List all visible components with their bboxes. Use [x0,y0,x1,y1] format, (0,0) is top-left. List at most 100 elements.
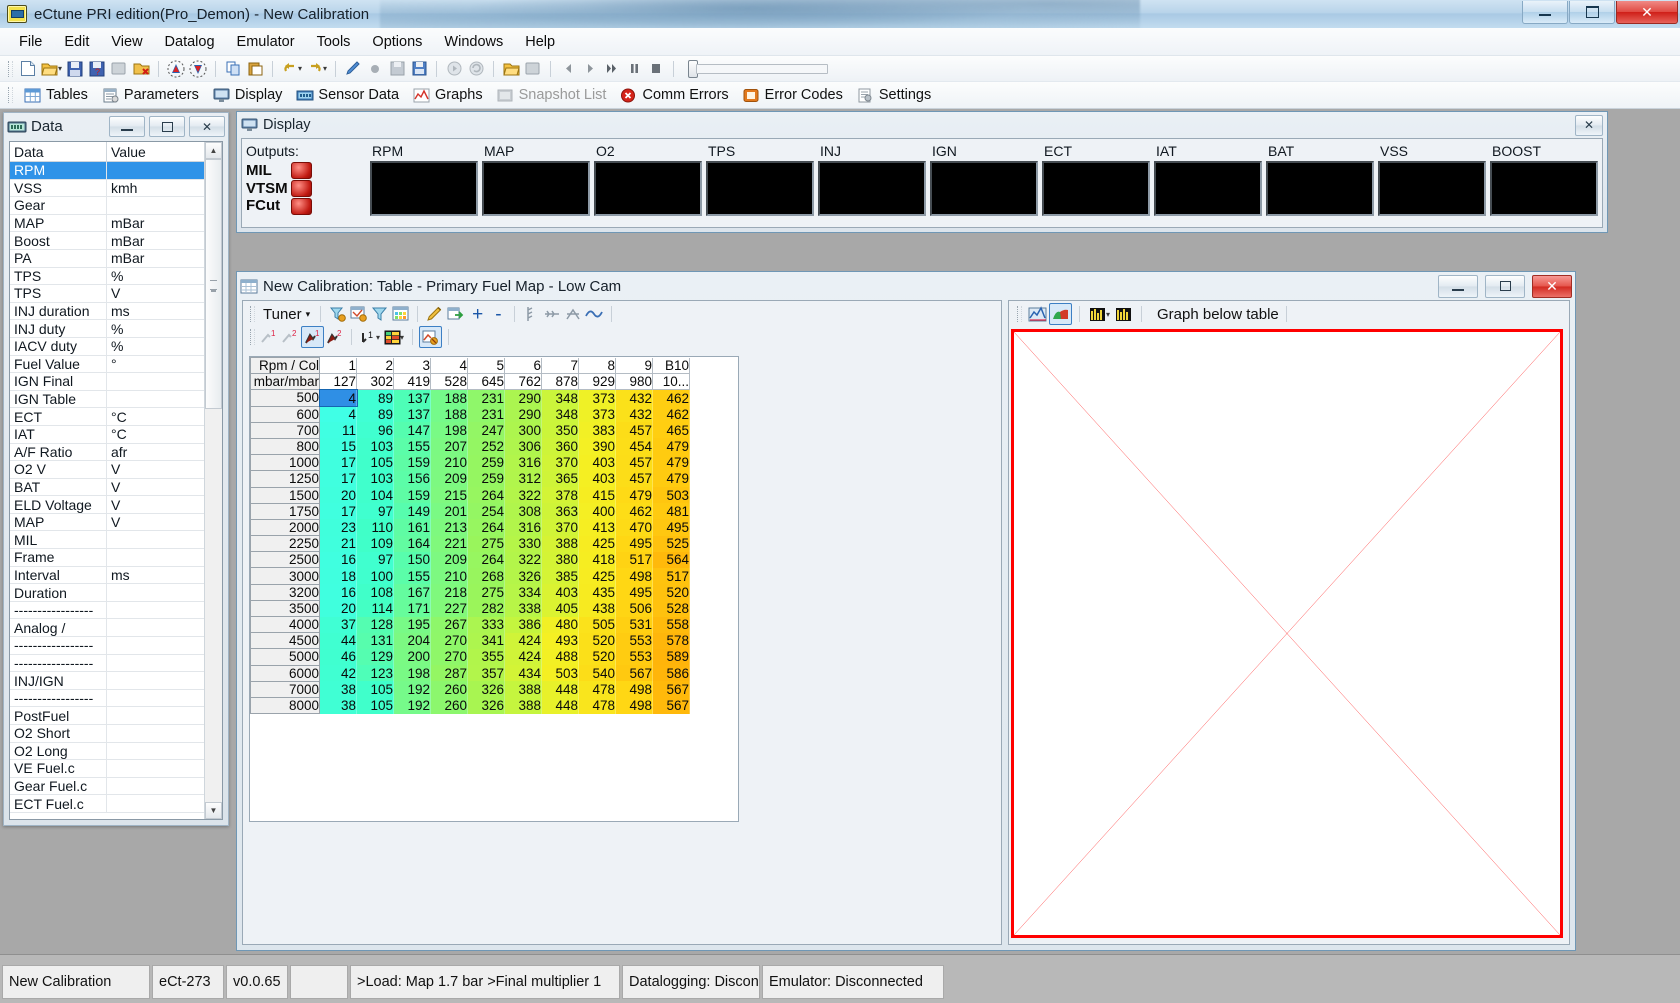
fuel-map-cell[interactable]: 388 [504,697,542,714]
apply-edit-icon[interactable] [445,304,466,324]
fuel-map-cell[interactable]: 432 [615,389,653,407]
filter-clear-icon[interactable] [327,304,348,324]
data-window-maximize[interactable] [149,116,185,137]
toolbar-tab-sensor-data[interactable]: Sensor Data [289,85,406,105]
fuel-map-cell[interactable]: 306 [504,438,542,455]
fuel-map-cell[interactable]: 150 [393,551,431,568]
fuel-map-cell[interactable]: 495 [615,584,653,601]
fuel-map-cell[interactable]: 553 [615,648,653,666]
fuel-map-cell[interactable]: 227 [430,600,468,617]
fuel-row-label[interactable]: 1750 [250,503,320,520]
pause-icon[interactable] [623,59,645,79]
decrement-button[interactable]: - [489,305,507,324]
fuel-row-label[interactable]: 1250 [250,470,320,488]
data-row[interactable]: VSS kmh [10,179,222,198]
graph-below-table-label[interactable]: Graph below table [1149,306,1279,323]
toolbar-tab-display[interactable]: Display [206,85,290,105]
fuel-map-row[interactable]: 800 15 103 155 207 252 306 360 390 454 479 [250,438,690,456]
smooth-curve-icon[interactable] [584,304,605,324]
fuel-col-index[interactable]: 4 [430,357,468,375]
fuel-map-cell[interactable]: 209 [430,470,468,487]
fuel-map-cell[interactable]: 479 [652,470,690,487]
menu-tools[interactable]: Tools [306,30,362,54]
fuel-map-cell[interactable]: 365 [541,470,579,487]
display-channel-gauge[interactable] [1490,161,1598,216]
fuel-map-cell[interactable]: 207 [430,438,468,455]
fuel-map-cell[interactable]: 210 [430,567,468,585]
fuel-row-label[interactable]: 2500 [250,551,320,569]
fuel-map-cell[interactable]: 20 [319,487,357,504]
data-row[interactable]: O2 Long [10,742,222,761]
fuel-map-cell[interactable]: 531 [615,616,653,633]
fuel-map-cell[interactable]: 432 [615,406,653,423]
toolbar-tab-settings[interactable]: Settings [850,85,938,105]
fuel-col-index[interactable]: 6 [504,357,542,375]
fuel-map-row[interactable]: 6000 42 123 198 287 357 434 503 540 567 586 [250,665,690,682]
fuel-map-cell[interactable]: 275 [467,535,505,552]
disable-tracing-icon[interactable] [419,326,443,348]
fuel-map-cell[interactable]: 260 [430,697,468,714]
fuel-map-cell[interactable]: 46 [319,648,357,666]
data-row[interactable]: ----------------- [10,636,222,655]
fuel-row-label[interactable]: 2000 [250,519,320,537]
fuel-map-cell[interactable]: 171 [393,600,431,617]
open-file-icon[interactable] [39,59,61,79]
fuel-map-cell[interactable]: 370 [541,454,579,471]
fuel-row-label[interactable]: 600 [250,406,320,423]
fuel-map-cell[interactable]: 495 [615,535,653,552]
data-row[interactable]: O2 VV [10,460,222,479]
data-row[interactable]: INJ duty% [10,319,222,338]
fuel-map-cell[interactable]: 424 [504,632,542,649]
fuel-map-cell[interactable]: 505 [578,616,616,633]
fuel-map-cell[interactable]: 405 [541,600,579,617]
fuel-map-cell[interactable]: 210 [430,454,468,471]
fuel-map-cell[interactable]: 188 [430,406,468,423]
display-channel-gauge[interactable] [930,161,1038,216]
fuel-map-cell[interactable]: 167 [393,584,431,601]
fuel-map-cell[interactable]: 493 [541,632,579,649]
fuel-map-row[interactable]: 8000 38 105 192 260 326 388 448 478 498 567 [250,697,690,715]
fuel-map-row[interactable]: 2250 21 109 164 221 275 330 388 425 495 525 [250,535,690,553]
fuel-map-cell[interactable]: 264 [467,551,505,568]
close-log-icon[interactable] [522,59,544,79]
fuel-map-cell[interactable]: 17 [319,503,357,520]
fuel-row-label[interactable]: 3500 [250,600,320,618]
data-row[interactable]: RPM [10,161,222,180]
fuel-map-cell[interactable]: 161 [393,519,431,536]
maximize-button[interactable] [1569,1,1615,24]
fuel-map-cell[interactable]: 231 [467,389,505,407]
fuel-map-cell[interactable]: 360 [541,438,579,455]
fuel-col-index[interactable]: 5 [467,357,505,375]
trace-cam1-dim-icon[interactable]: 1 [259,327,280,347]
table-properties-icon[interactable] [348,304,369,324]
fuel-map-cell[interactable]: 479 [652,438,690,455]
fuel-map-cell[interactable]: 270 [430,648,468,666]
record-dot-icon[interactable] [364,59,386,79]
fuel-map-cell[interactable]: 488 [541,648,579,666]
data-row[interactable]: Boost mBar [10,231,222,250]
trace-mode-icon[interactable]: 1 [358,327,379,347]
fuel-map-cell[interactable]: 16 [319,551,357,568]
open-log-icon[interactable] [500,59,522,79]
write-ecu-icon[interactable] [187,59,209,79]
fuel-map-cell[interactable]: 424 [504,648,542,666]
minimize-button[interactable] [1522,1,1568,24]
fuel-map-cell[interactable]: 378 [541,487,579,504]
save-log-icon[interactable] [386,59,408,79]
fuel-map-cell[interactable]: 517 [652,567,690,585]
display-channel-gauge[interactable] [1154,161,1262,216]
fuel-map-cell[interactable]: 363 [541,503,579,520]
graph-2d-icon[interactable] [1027,304,1048,324]
fuel-map-cell[interactable]: 103 [356,470,394,487]
data-row[interactable]: PostFuel [10,706,222,725]
fuel-map-cell[interactable]: 350 [541,422,579,439]
fuel-map-cell[interactable]: 457 [615,454,653,471]
fuel-col-value[interactable]: 127 [319,373,357,391]
fuel-map-cell[interactable]: 200 [393,648,431,666]
fuel-map-cell[interactable]: 330 [504,535,542,552]
fuel-map-cell[interactable]: 503 [652,487,690,504]
fuel-map-cell[interactable]: 192 [393,681,431,698]
scroll-down-arrow[interactable]: ▼ [205,802,222,819]
fuel-map-cell[interactable]: 15 [319,438,357,455]
fuel-map-cell[interactable]: 528 [652,600,690,617]
